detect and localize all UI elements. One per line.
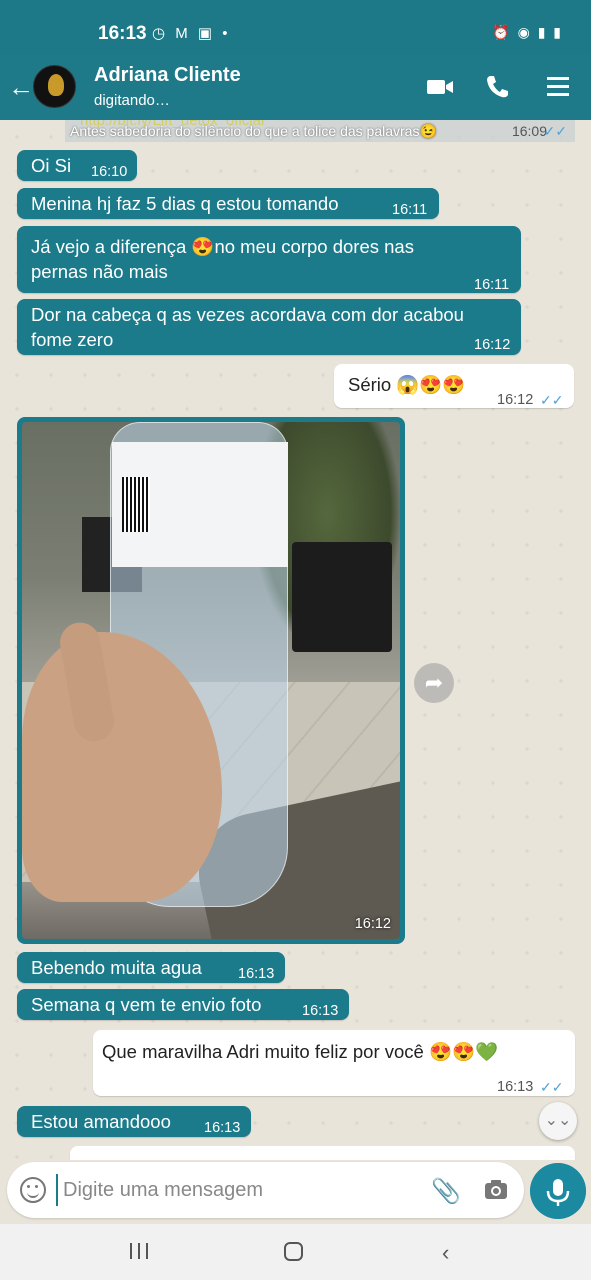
message-time: 16:11 bbox=[474, 277, 510, 293]
home-icon[interactable] bbox=[284, 1242, 303, 1261]
message-input-container: 📎 bbox=[7, 1162, 524, 1218]
message-text: Bebendo muita agua bbox=[31, 957, 202, 978]
message-text: Já vejo a diferença 😍no meu corpo dores … bbox=[31, 236, 414, 257]
message-text: Oi Si bbox=[31, 155, 72, 176]
incoming-message[interactable]: Dor na cabeça q as vezes acordava com do… bbox=[17, 299, 521, 355]
contact-name[interactable]: Adriana Cliente bbox=[94, 64, 241, 87]
message-time: 16:12 bbox=[354, 916, 391, 932]
recent-apps-icon[interactable] bbox=[130, 1243, 148, 1259]
truncated-message-top[interactable]: http://bit.ly/Lift_detox_oficial Antes s… bbox=[65, 120, 575, 142]
message-time: 16:11 bbox=[392, 202, 428, 218]
incoming-message[interactable]: Oi Si 16:10 bbox=[17, 150, 137, 181]
read-ticks-icon: ✓✓ bbox=[540, 392, 564, 408]
emoji-icon[interactable] bbox=[20, 1177, 46, 1203]
incoming-image-message[interactable]: 16:12 bbox=[17, 417, 405, 944]
message-input[interactable] bbox=[56, 1174, 416, 1206]
message-time: 16:13 bbox=[204, 1120, 241, 1136]
message-text: Semana q vem te envio foto bbox=[31, 994, 262, 1015]
typing-status: digitando… bbox=[94, 92, 170, 109]
video-call-icon[interactable] bbox=[426, 74, 454, 100]
outgoing-message-partial[interactable] bbox=[70, 1146, 575, 1160]
outgoing-message[interactable]: Que maravilha Adri muito feliz por você … bbox=[93, 1030, 575, 1096]
message-input-bar: 📎 bbox=[0, 1160, 591, 1224]
message-text: fome zero bbox=[31, 329, 114, 350]
incoming-message[interactable]: Estou amandooo 16:13 bbox=[17, 1106, 251, 1137]
read-ticks-icon: ✓✓ bbox=[540, 1079, 564, 1095]
chat-area[interactable]: http://bit.ly/Lift_detox_oficial Antes s… bbox=[0, 120, 591, 1160]
read-ticks-icon: ✓✓ bbox=[543, 123, 567, 139]
outgoing-message[interactable]: Sério 😱😍😍 16:12 ✓✓ bbox=[334, 364, 574, 408]
message-time: 16:13 bbox=[497, 1079, 534, 1095]
message-text: Estou amandooo bbox=[31, 1111, 171, 1132]
message-text: Dor na cabeça q as vezes acordava com do… bbox=[31, 304, 464, 325]
message-time: 16:12 bbox=[474, 337, 511, 353]
incoming-message[interactable]: Já vejo a diferença 😍no meu corpo dores … bbox=[17, 226, 521, 293]
message-time: 16:12 bbox=[497, 392, 534, 408]
back-arrow-icon[interactable]: ← bbox=[8, 72, 34, 103]
pinned-link[interactable]: http://bit.ly/Lift_detox_oficial bbox=[80, 120, 264, 132]
attach-icon[interactable]: 📎 bbox=[431, 1177, 461, 1206]
system-nav-bar: ‹ bbox=[0, 1224, 591, 1280]
status-system-icons: ⏰ ◉ ▮ ▮ bbox=[492, 24, 563, 40]
message-text: Sério 😱😍😍 bbox=[348, 374, 466, 395]
avatar[interactable] bbox=[33, 65, 76, 108]
microphone-icon[interactable] bbox=[530, 1163, 586, 1219]
message-time: 16:13 bbox=[302, 1003, 339, 1019]
share-forward-icon[interactable]: ➦ bbox=[414, 663, 454, 703]
message-text: Que maravilha Adri muito feliz por você … bbox=[102, 1041, 499, 1062]
message-time: 16:09 bbox=[511, 123, 547, 139]
phone-call-icon[interactable] bbox=[483, 74, 511, 100]
status-time: 16:13 bbox=[98, 23, 147, 44]
chat-header: ← Adriana Cliente digitando… bbox=[0, 54, 591, 120]
message-text: pernas não mais bbox=[31, 261, 168, 282]
scroll-down-icon[interactable]: ⌄⌄ bbox=[539, 1102, 577, 1140]
incoming-message[interactable]: Bebendo muita agua 16:13 bbox=[17, 952, 285, 983]
message-text: Menina hj faz 5 dias q estou tomando bbox=[31, 193, 339, 214]
incoming-message[interactable]: Semana q vem te envio foto 16:13 bbox=[17, 989, 349, 1020]
status-bar: 16:13 ◷ M ▣ • ⏰ ◉ ▮ ▮ bbox=[0, 0, 591, 54]
menu-icon[interactable] bbox=[544, 74, 572, 100]
camera-icon[interactable] bbox=[483, 1176, 509, 1202]
incoming-message[interactable]: Menina hj faz 5 dias q estou tomando 16:… bbox=[17, 188, 439, 219]
message-time: 16:10 bbox=[91, 164, 128, 180]
water-bottle-photo[interactable]: 16:12 bbox=[22, 422, 400, 939]
message-time: 16:13 bbox=[238, 966, 275, 982]
status-notification-icons: ◷ M ▣ • bbox=[152, 25, 231, 42]
nav-back-icon[interactable]: ‹ bbox=[442, 1240, 449, 1266]
